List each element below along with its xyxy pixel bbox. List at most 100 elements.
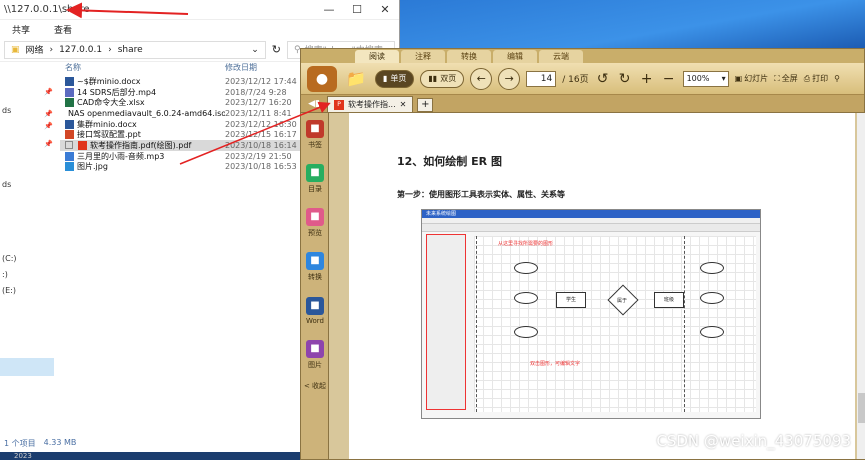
rotate-left-icon[interactable]: ↺ (595, 71, 611, 87)
fullscreen-label: 全屏 (781, 74, 798, 83)
maximize-button[interactable]: ☐ (343, 0, 371, 20)
pin-icon: 📌 (44, 88, 53, 96)
breadcrumb-host[interactable]: 127.0.0.1 (59, 45, 102, 55)
file-name: ~$群minio.docx (77, 76, 141, 86)
slideshow-button[interactable]: ▣ 幻灯片 (735, 73, 769, 84)
word-icon (65, 119, 74, 129)
chevron-right-icon: › (49, 44, 54, 55)
document-tab[interactable]: P 软考操作指... ✕ (327, 96, 414, 113)
file-date: 2018/7/24 9:28 (225, 87, 287, 97)
menu-tab-annotate[interactable]: 注释 (401, 50, 445, 63)
rail-label: 预览 (308, 229, 322, 237)
collapse-sidebar-icon[interactable]: ◀▮ (305, 96, 323, 112)
scrollbar-thumb[interactable] (858, 393, 865, 423)
ppt-icon (65, 130, 74, 140)
breadcrumb-share[interactable]: share (118, 45, 143, 55)
nav-selected-highlight (0, 358, 54, 376)
nav-item-1[interactable]: ds (0, 102, 11, 120)
embedded-title: 未来系统绘图 (422, 210, 760, 218)
rail-item-preview[interactable]: ■ 预览 (301, 201, 329, 245)
page-total: / 16页 (562, 75, 589, 85)
attribute-ellipse (700, 326, 724, 338)
navigation-pane: ds 📌 📌 📌 📌 ds (C:) :) (E:) (0, 62, 56, 442)
file-name: 接口驾驭配置.ppt (77, 130, 141, 140)
menu-tab-read[interactable]: 阅读 (355, 50, 399, 63)
column-name[interactable]: 名称 (65, 62, 225, 76)
nav-drive-e[interactable]: (E:) (0, 282, 16, 300)
print-label: 打印 (812, 74, 829, 83)
document-tabs: ◀▮ P 软考操作指... ✕ + (301, 95, 864, 113)
attribute-ellipse (514, 326, 538, 338)
file-name-cell: 图片.jpg (65, 161, 225, 172)
file-name: 集群minio.docx (77, 119, 137, 129)
rotate-right-icon[interactable]: ↻ (617, 71, 633, 87)
word-icon: ■ (306, 297, 324, 315)
file-name-cell: 三月里的小雨-音频.mp3 (65, 151, 225, 162)
rail-label: 目录 (308, 185, 322, 193)
explorer-titlebar: \\127.0.0.1\share — ☐ ✕ (0, 0, 399, 20)
fullscreen-icon: ⛶ (774, 73, 780, 83)
picture-icon: ■ (306, 340, 324, 358)
select-checkbox[interactable] (65, 141, 73, 150)
page-number-input[interactable]: 14 (526, 70, 557, 87)
rail-item-convert[interactable]: ■ 转换 (301, 245, 329, 289)
rail-collapse-button[interactable]: < 收起 (301, 377, 329, 395)
file-date: 2023/12/11 8:41 (225, 108, 292, 118)
scrollbar[interactable] (857, 113, 865, 459)
ribbon-tabs: 共享 查看 (0, 20, 399, 38)
zoom-in-icon[interactable]: + (639, 71, 655, 87)
menu-tab-cloud[interactable]: 云端 (539, 50, 583, 63)
file-date: 2023/12/15 16:17 (225, 130, 297, 140)
rail-item-bookmark[interactable]: ■ 书签 (301, 113, 329, 157)
rail-item-list[interactable]: ■ 目录 (301, 157, 329, 201)
new-tab-button[interactable]: + (417, 98, 434, 112)
column-date[interactable]: 修改日期 (225, 62, 257, 76)
address-bar[interactable]: ▣ 网络 › 127.0.0.1 › share ⌄ (4, 40, 266, 59)
page-viewport[interactable]: 12、如何绘制 ER 图 第一步：使用图形工具表示实体、属性、关系等 未来系统绘… (329, 113, 865, 459)
menu-tab-convert[interactable]: 转换 (447, 50, 491, 63)
rail-item-word[interactable]: ■ Word (301, 289, 329, 333)
reader-logo-icon[interactable]: ● (307, 65, 337, 92)
refresh-icon[interactable]: ↻ (272, 43, 281, 56)
chevron-down-icon[interactable]: ⌄ (251, 45, 259, 55)
side-rail: ■ 书签 ■ 目录 ■ 预览 ■ 转换 ■ Word ■ 图片 < 收起 (301, 113, 329, 459)
pdf-reader-window: 阅读 注释 转换 编辑 云端 ● 📁 ▮ 单页 ▮▮ 双页 ← → 14 / 1… (300, 48, 865, 460)
status-bar: 1 个项目 4.33 MB (0, 438, 300, 450)
reader-menu-tabs: 阅读 注释 转换 编辑 云端 (301, 49, 864, 63)
dashed-divider (684, 236, 685, 412)
nav-item-2[interactable]: ds (0, 176, 11, 194)
single-page-button[interactable]: ▮ 单页 (375, 69, 415, 88)
print-button[interactable]: ⎙ 打印 (804, 73, 828, 84)
pin-icon: 📌 (44, 140, 53, 148)
open-folder-icon[interactable]: 📁 (343, 68, 369, 90)
file-name-cell: NAS openmediavault_6.0.24-amd64.iso (65, 109, 225, 118)
convert-icon: ■ (306, 252, 324, 270)
next-page-icon[interactable]: → (498, 67, 521, 90)
attribute-ellipse (700, 262, 724, 274)
rail-item-picture[interactable]: ■ 图片 (301, 333, 329, 377)
print-icon: ⎙ (803, 73, 811, 83)
slideshow-label: 幻灯片 (744, 74, 769, 83)
watermark: CSDN @weixin_43075093 (656, 432, 851, 450)
embedded-screenshot: 未来系统绘图 从这里寻找所需要的图形 学生 属于 班级 双击图形，可编辑文字 (421, 209, 761, 419)
relation-label: 属于 (617, 298, 628, 304)
fullscreen-button[interactable]: ⛶ 全屏 (774, 73, 798, 84)
file-name-cell: ~$群minio.docx (65, 76, 225, 87)
ribbon-tab-share[interactable]: 共享 (12, 23, 30, 36)
menu-tab-edit[interactable]: 编辑 (493, 50, 537, 63)
prev-page-icon[interactable]: ← (470, 67, 493, 90)
file-name-cell: 软考操作指南.pdf(绘图).pdf (65, 140, 225, 151)
double-page-button[interactable]: ▮▮ 双页 (420, 69, 465, 88)
close-tab-icon[interactable]: ✕ (400, 97, 407, 113)
zoom-out-icon[interactable]: − (661, 71, 677, 87)
single-page-icon: ▮ (383, 73, 388, 83)
file-date: 2023/12/12 16:30 (225, 119, 297, 129)
window-title: \\127.0.0.1\share (4, 4, 90, 15)
search-icon[interactable]: ⚲ (834, 74, 840, 83)
close-button[interactable]: ✕ (371, 0, 399, 20)
zoom-select[interactable]: 100% ▾ (682, 70, 729, 87)
pdf-icon (78, 140, 87, 150)
breadcrumb-network[interactable]: 网络 (26, 43, 44, 56)
ribbon-tab-view[interactable]: 查看 (54, 23, 72, 36)
minimize-button[interactable]: — (315, 0, 343, 20)
